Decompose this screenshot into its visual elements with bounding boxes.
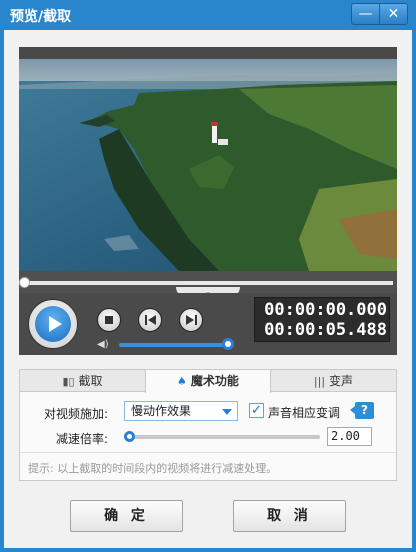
title-bar[interactable]: 预览/截取 — ✕ <box>0 0 416 30</box>
help-button[interactable]: ? <box>350 402 374 419</box>
seek-track[interactable] <box>23 281 393 285</box>
slow-rate-label: 减速倍率: <box>55 432 108 446</box>
tab-magic[interactable]: ♠ 魔术功能 <box>145 370 271 393</box>
next-frame-button[interactable] <box>179 308 203 332</box>
current-time: 00:00:00.000 <box>264 300 387 320</box>
seek-thumb[interactable] <box>19 277 30 288</box>
video-preview[interactable] <box>19 59 397 271</box>
slow-rate-slider[interactable] <box>128 435 320 439</box>
tab-cut-label: 截取 <box>78 374 103 388</box>
magic-hat-icon: ♠ <box>177 375 187 388</box>
tab-cut[interactable]: ▮▯ 截取 <box>20 370 145 392</box>
cancel-button[interactable]: 取 消 <box>233 500 346 532</box>
play-button[interactable] <box>28 299 78 349</box>
slow-rate-thumb[interactable] <box>124 431 135 442</box>
ok-button[interactable]: 确 定 <box>70 500 183 532</box>
video-header-strip <box>19 47 397 59</box>
time-display: 00:00:00.000 00:00:05.488 <box>254 297 390 342</box>
preview-cut-window: 预览/截取 — ✕ ⌄ ◀) 00:00:00.000 00:00:05.488… <box>0 0 416 552</box>
effect-select-value: 慢动作效果 <box>131 404 192 418</box>
panel-divider <box>20 452 396 453</box>
audio-sync-label[interactable]: 声音相应变调 <box>268 404 340 421</box>
audio-sync-checkbox[interactable]: ✓ <box>249 403 264 418</box>
total-time: 00:00:05.488 <box>264 320 387 340</box>
tab-voice-label: 变声 <box>329 374 354 388</box>
tab-bar: ▮▯ 截取 ♠ 魔术功能 ||| 变声 <box>20 370 396 393</box>
previous-frame-button[interactable] <box>138 308 162 332</box>
seek-bar[interactable]: ⌄ <box>19 271 397 297</box>
close-button[interactable]: ✕ <box>379 3 408 25</box>
chevron-down-icon <box>222 409 232 415</box>
apply-effect-label: 对视频施加: <box>43 407 108 421</box>
tab-magic-label: 魔术功能 <box>190 374 239 388</box>
function-panel: ▮▯ 截取 ♠ 魔术功能 ||| 变声 对视频施加: 慢动作效果 ✓ 声音相应变调 ?… <box>19 369 397 481</box>
play-icon <box>35 306 71 342</box>
volume-thumb[interactable] <box>222 338 234 350</box>
dialog-body: ⌄ ◀) 00:00:00.000 00:00:05.488 ▮▯ 截取 ♠ 魔… <box>4 30 412 548</box>
voice-wave-icon: ||| <box>313 375 326 388</box>
stop-button[interactable] <box>97 308 121 332</box>
minimize-button[interactable]: — <box>351 3 379 25</box>
volume-slider[interactable] <box>119 343 229 347</box>
tab-voice[interactable]: ||| 变声 <box>271 370 396 392</box>
volume-icon[interactable]: ◀) <box>97 340 111 350</box>
window-title: 预览/截取 <box>10 9 72 25</box>
coastline-video-frame <box>19 59 397 271</box>
slow-rate-input[interactable]: 2.00 <box>327 427 372 446</box>
scissor-icon: ▮▯ <box>62 375 75 388</box>
player-controls: ◀) 00:00:00.000 00:00:05.488 <box>19 293 397 355</box>
effect-select[interactable]: 慢动作效果 <box>124 401 238 421</box>
hint-text: 提示: 以上截取的时间段内的视频将进行减速处理。 <box>28 462 278 475</box>
